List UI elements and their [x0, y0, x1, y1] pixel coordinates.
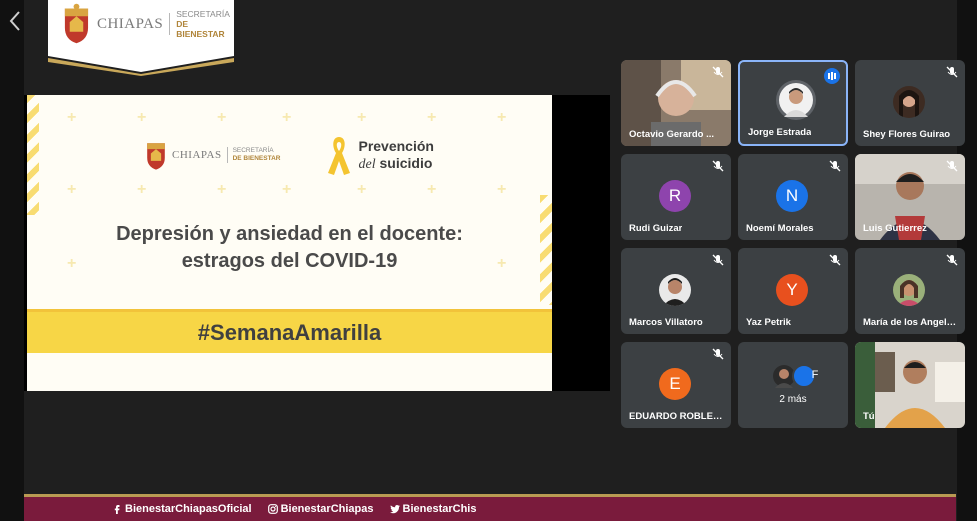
del-label: del — [358, 156, 376, 172]
participant-name: Tú — [863, 411, 875, 422]
twitter-label: BienestarChis — [402, 503, 477, 515]
participant-name: Marcos Villatoro — [629, 317, 703, 328]
chiapas-shield-icon — [147, 143, 165, 170]
slide-brand-secretaria: SECRETARÍA DE BIENESTAR — [233, 147, 281, 163]
slide-brand: CHIAPAS SECRETARÍA DE BIENESTAR — [145, 138, 280, 172]
avatar: E — [659, 368, 691, 400]
left-frame — [0, 0, 24, 521]
mic-off-icon — [712, 348, 724, 360]
participant-tile[interactable]: Luis Gutierrez — [855, 154, 965, 240]
participant-tile[interactable]: E EDUARDO ROBLER... — [621, 342, 731, 428]
chiapas-shield-icon — [64, 3, 89, 44]
instagram-label: BienestarChiapas — [280, 503, 374, 515]
more-participants-tile[interactable]: F 2 más — [738, 342, 848, 428]
mic-off-icon — [712, 66, 724, 78]
mic-off-icon — [946, 254, 958, 266]
participant-name: María de los Angele... — [863, 317, 959, 328]
participant-tile[interactable]: Octavio Gerardo ... — [621, 60, 731, 146]
secretaria-label: SECRETARÍA — [176, 9, 230, 19]
facebook-icon — [114, 505, 120, 514]
avatar — [659, 274, 691, 306]
slide-stripes — [27, 95, 39, 215]
slide-hashtag: #SemanaAmarilla — [197, 320, 382, 345]
participant-name: Shey Flores Guirao — [863, 129, 951, 140]
secretaria-label: SECRETARÍA — [232, 147, 274, 154]
brand-divider — [169, 13, 171, 35]
presentation-slide: + + + + + + + + + + + + + + + + CHIAPAS … — [27, 95, 552, 391]
participant-name: Noemí Morales — [746, 223, 814, 234]
avatar — [893, 274, 925, 306]
participant-tile[interactable]: Marcos Villatoro — [621, 248, 731, 334]
brand-banner: CHIAPAS SECRETARÍA DE BIENESTAR — [48, 0, 234, 76]
avatar — [779, 83, 813, 117]
yellow-ribbon-icon — [328, 137, 351, 175]
mic-off-icon — [829, 160, 841, 172]
avatar: F — [811, 369, 819, 381]
mic-off-icon — [946, 66, 958, 78]
participant-name: Jorge Estrada — [748, 127, 812, 138]
mic-off-icon — [712, 160, 724, 172]
hashtag-band: #SemanaAmarilla — [27, 309, 552, 353]
meeting-screen: CHIAPAS SECRETARÍA DE BIENESTAR + + + + … — [0, 0, 977, 521]
suicidio-label: suicidio — [379, 154, 433, 171]
self-video-tile[interactable]: Tú — [855, 342, 965, 428]
participant-name: Rudi Guizar — [629, 223, 683, 234]
brand-divider — [226, 147, 228, 163]
presentation-area: + + + + + + + + + + + + + + + + CHIAPAS … — [24, 95, 610, 391]
avatar: R — [659, 180, 691, 212]
participant-tile[interactable]: N Noemí Morales — [738, 154, 848, 240]
mic-off-icon — [946, 160, 958, 172]
prevencion-label: Prevención — [358, 137, 434, 154]
participant-tile[interactable]: Y Yaz Petrik — [738, 248, 848, 334]
avatar: Y — [776, 274, 808, 306]
avatar: N — [776, 180, 808, 212]
slide-brand-name: CHIAPAS — [172, 149, 222, 161]
social-footer: BienestarChiapasOficial BienestarChiapas… — [24, 494, 956, 521]
facebook-label: BienestarChiapasOficial — [125, 503, 252, 515]
participant-name: Yaz Petrik — [746, 317, 791, 328]
participant-tile[interactable]: María de los Angele... — [855, 248, 965, 334]
brand-name: CHIAPAS — [96, 15, 164, 32]
instagram-icon — [267, 504, 278, 514]
participant-name: Luis Gutierrez — [863, 223, 927, 234]
slide-logos: CHIAPAS SECRETARÍA DE BIENESTAR Prevenci… — [145, 133, 434, 177]
brand-secretaria: SECRETARÍA DE BIENESTAR — [176, 9, 234, 39]
participant-tile[interactable]: Shey Flores Guirao — [855, 60, 965, 146]
more-participants-label: 2 más — [779, 394, 807, 405]
mic-off-icon — [829, 254, 841, 266]
participant-tile[interactable]: R Rudi Guizar — [621, 154, 731, 240]
bienestar-label: DE BIENESTAR — [232, 155, 281, 162]
participant-name: EDUARDO ROBLER... — [629, 411, 725, 422]
participant-tile[interactable]: Jorge Estrada — [738, 60, 848, 146]
instagram-handle: BienestarChiapas — [267, 503, 374, 515]
bienestar-label: DE BIENESTAR — [176, 19, 225, 39]
mic-off-icon — [712, 254, 724, 266]
slide-title-line1: Depresión y ansiedad en el docente: — [116, 223, 463, 245]
twitter-handle: BienestarChis — [389, 503, 477, 515]
facebook-handle: BienestarChiapasOficial — [112, 503, 252, 515]
slide-title: Depresión y ansiedad en el docente: estr… — [27, 221, 552, 275]
participant-name: Octavio Gerardo ... — [629, 129, 714, 140]
slide-title-line2: estragos del COVID-19 — [181, 250, 398, 272]
avatar — [893, 86, 925, 118]
speaking-indicator-icon — [824, 68, 840, 84]
twitter-icon — [389, 505, 400, 514]
prevencion-logo: Prevención del suicidio — [326, 133, 434, 177]
back-arrow-icon[interactable] — [8, 10, 22, 32]
